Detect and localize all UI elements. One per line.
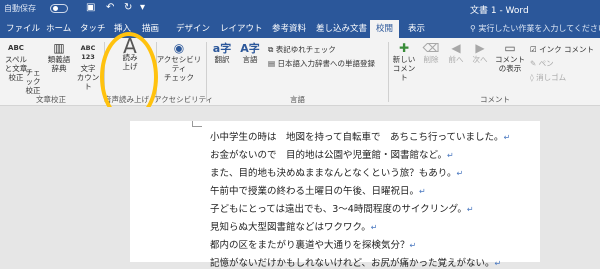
- show-comments-button[interactable]: ▭ コメント の表示: [494, 41, 526, 73]
- comments-icon: ▭: [504, 41, 516, 55]
- delete-comment-icon: ⌫: [422, 41, 440, 55]
- tab-touch[interactable]: タッチ: [80, 22, 106, 34]
- tab-draw[interactable]: 描画: [142, 22, 159, 34]
- translate-button[interactable]: a字 翻訳: [210, 42, 234, 64]
- ribbon-review: ABC スペル と文章校正 チェック 校正 ▥ 類義語 辞典 ABC 123 文…: [0, 36, 600, 106]
- document-line: また、目的地も決めぬままなんとなくという旅？もあり。↵: [210, 168, 464, 179]
- next-icon: ▶: [475, 41, 485, 55]
- eraser-button[interactable]: ◊ 消しゴム: [530, 72, 566, 83]
- word-count-icon: ABC 123: [80, 44, 96, 61]
- tell-me-search[interactable]: ⚲ 実行したい作業を入力してください: [470, 23, 600, 34]
- document-line: 午前中で授業の終わる土曜日の午後、日曜祝日。↵: [210, 186, 426, 197]
- next-label: 次へ: [472, 55, 488, 64]
- previous-label: 前へ: [448, 55, 464, 64]
- language-label: 言語: [242, 55, 258, 64]
- dictionary-label: 日本語入力辞書への単語登録: [277, 59, 375, 68]
- language-button[interactable]: A字 言語: [238, 42, 262, 64]
- tab-home[interactable]: ホーム: [46, 22, 71, 34]
- new-comment-button[interactable]: ✚ 新しい コメント: [390, 41, 418, 82]
- accessibility-label2: チェック: [164, 73, 194, 82]
- tab-layout[interactable]: レイアウト: [220, 22, 263, 34]
- tab-design[interactable]: デザイン: [176, 22, 210, 34]
- ink-comment-button[interactable]: ☑ インク コメント: [530, 44, 594, 55]
- autosave-toggle[interactable]: [50, 4, 68, 13]
- thesaurus-button[interactable]: ▥ 類義語 辞典: [46, 41, 72, 73]
- save-icon[interactable]: ▣: [86, 2, 95, 13]
- previous-comment-button[interactable]: ◀ 前へ: [446, 41, 466, 64]
- show-comments-label2: の表示: [498, 64, 522, 73]
- furigana-check-button[interactable]: ⧉ 表記ゆれチェック: [268, 44, 336, 55]
- tell-me-text: 実行したい作業を入力してください: [478, 24, 600, 33]
- document-line: 小中学生の時は 地図を持って自転車で あちこち行っていました。↵: [210, 132, 511, 143]
- delete-label: 削除: [423, 55, 439, 64]
- show-comments-label1: コメント: [495, 55, 525, 64]
- new-comment-icon: ✚: [398, 41, 410, 55]
- document-page[interactable]: 小中学生の時は 地図を持って自転車で あちこち行っていました。↵ お金がないので…: [130, 121, 540, 269]
- margin-mark: [192, 121, 202, 127]
- word-count-button[interactable]: ABC 123 文字 カウント: [74, 44, 102, 91]
- accessibility-group-label: アクセシビリティ: [154, 95, 214, 104]
- separator-3: [206, 42, 207, 102]
- tab-mailings[interactable]: 差し込み文書: [316, 22, 367, 34]
- document-line: お金がないので 目的地は公園や児童館・図書館など。↵: [210, 150, 454, 161]
- separator-4: [388, 42, 389, 102]
- title-bar: 自動保存 ▣ ↶ ↻ ▾ 文書 1 - Word: [0, 0, 600, 18]
- comments-group-label: コメント: [480, 95, 510, 104]
- pen-button[interactable]: ✎ ペン: [530, 58, 554, 69]
- tab-view[interactable]: 表示: [408, 22, 425, 34]
- next-comment-button[interactable]: ▶ 次へ: [470, 41, 490, 64]
- document-line: 子どもにとっては遠出でも、3〜4時間程度のサイクリング。↵: [210, 204, 474, 215]
- dictionary-register-button[interactable]: ▤ 日本語入力辞書への単語登録: [268, 58, 375, 69]
- language-icon: A字: [240, 42, 260, 55]
- autosave-label: 自動保存: [4, 4, 36, 13]
- ink-comment-label: インク コメント: [539, 45, 594, 54]
- qat-customize-icon[interactable]: ▾: [140, 2, 145, 13]
- undo-icon[interactable]: ↶: [106, 2, 114, 13]
- word-count-label1: 文字: [80, 64, 96, 73]
- furigana-label: 表記ゆれチェック: [275, 45, 336, 54]
- spelling-icon: ABC: [8, 44, 24, 52]
- word-count-label2: カウント: [76, 73, 100, 91]
- tab-file[interactable]: ファイル: [6, 22, 40, 34]
- check-label1: チェック: [25, 68, 41, 86]
- spelling-label1: スペル: [5, 55, 27, 64]
- accessibility-label1: アクセシビリティ: [156, 55, 202, 73]
- ribbon-tabs: ファイル ホーム タッチ 挿入 描画 デザイン レイアウト 参考資料 差し込み文…: [0, 18, 600, 38]
- document-line: 見知らぬ大型図書館などはワクワク。↵: [210, 222, 378, 233]
- previous-icon: ◀: [451, 41, 461, 55]
- eraser-label: 消しゴム: [536, 73, 567, 82]
- translate-icon: a字: [212, 42, 232, 55]
- new-comment-label1: 新しい: [392, 55, 416, 64]
- document-area: 小中学生の時は 地図を持って自転車で あちこち行っていました。↵ お金がないので…: [0, 107, 600, 269]
- tab-references[interactable]: 参考資料: [272, 22, 306, 34]
- accessibility-icon: ◉: [173, 41, 185, 55]
- delete-comment-button[interactable]: ⌫ 削除: [420, 41, 442, 64]
- thesaurus-label2: 辞典: [51, 64, 67, 73]
- document-line: 都内の区をまたがり裏道や大通りを探検気分？↵: [210, 240, 417, 251]
- document-title: 文書 1 - Word: [470, 6, 529, 16]
- accessibility-check-button[interactable]: ◉ アクセシビリティ チェック: [154, 41, 204, 82]
- book-icon: ▥: [53, 41, 65, 55]
- new-comment-label2: コメント: [392, 64, 416, 82]
- check-button[interactable]: チェック 校正: [22, 68, 44, 95]
- language-group-label: 言語: [290, 95, 305, 104]
- proofing-group-label: 文章校正: [36, 95, 66, 104]
- tab-review[interactable]: 校閲: [370, 20, 400, 38]
- thesaurus-label1: 類義語: [47, 55, 71, 64]
- document-line: 記憶がないだけかもしれないけれど、お尻が痛かった覚えがない。↵: [210, 258, 502, 269]
- redo-icon[interactable]: ↻: [124, 2, 132, 13]
- pen-label: ペン: [538, 59, 554, 68]
- translate-label: 翻訳: [214, 55, 230, 64]
